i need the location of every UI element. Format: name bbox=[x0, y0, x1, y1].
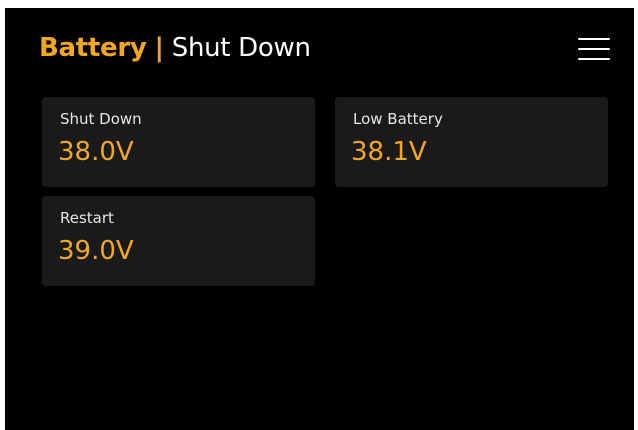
page-header: Battery | Shut Down bbox=[39, 26, 311, 70]
card-value: 39.0V bbox=[58, 236, 134, 266]
app-screen: Battery | Shut Down Shut Down 38.0V Low … bbox=[5, 8, 634, 430]
card-label: Restart bbox=[60, 209, 114, 227]
app-title: Battery bbox=[39, 33, 147, 63]
shut-down-card[interactable]: Shut Down 38.0V bbox=[42, 97, 315, 187]
card-label: Shut Down bbox=[60, 110, 142, 128]
card-value: 38.1V bbox=[351, 137, 427, 167]
menu-line bbox=[578, 38, 610, 40]
menu-line bbox=[578, 48, 610, 50]
hamburger-menu-icon[interactable] bbox=[578, 36, 610, 62]
card-value: 38.0V bbox=[58, 137, 134, 167]
card-label: Low Battery bbox=[353, 110, 443, 128]
menu-line bbox=[578, 58, 610, 60]
title-separator: | bbox=[154, 33, 165, 63]
page-title: Shut Down bbox=[171, 33, 311, 63]
low-battery-card[interactable]: Low Battery 38.1V bbox=[335, 97, 608, 187]
restart-card[interactable]: Restart 39.0V bbox=[42, 196, 315, 286]
